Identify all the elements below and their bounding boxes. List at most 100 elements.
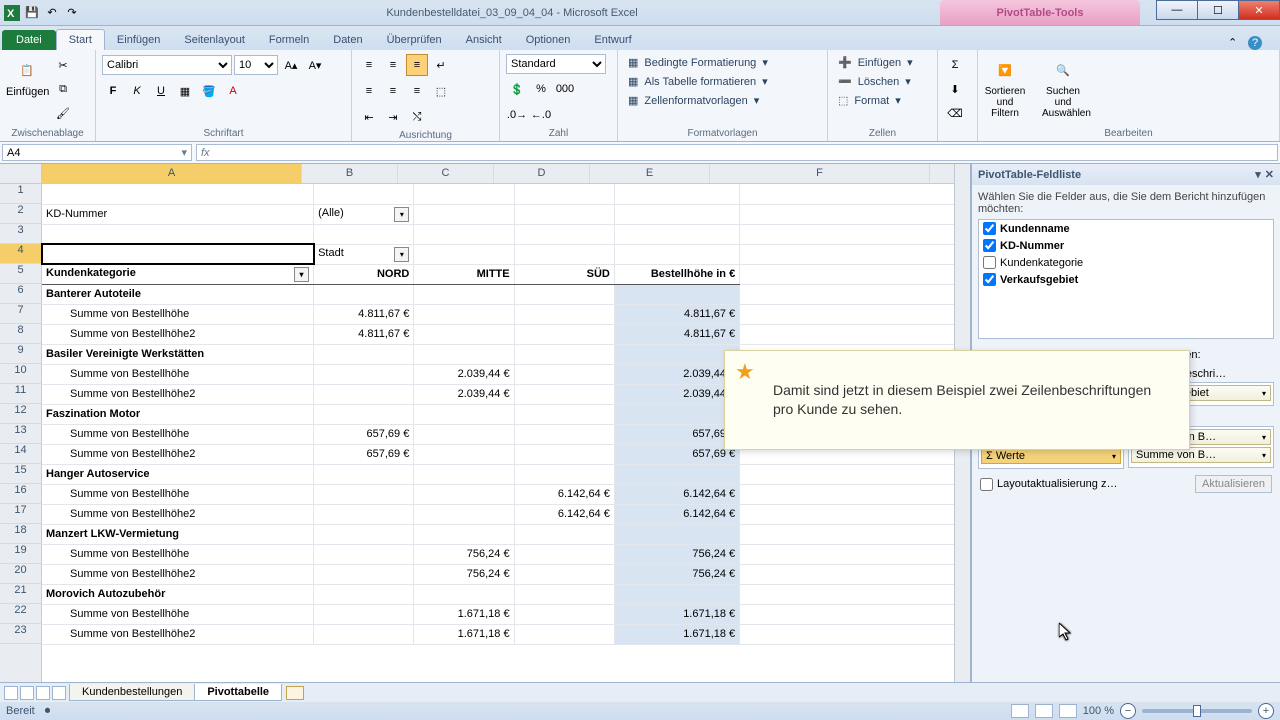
- page-break-view-icon[interactable]: [1059, 704, 1077, 718]
- name-box[interactable]: A4▾: [2, 144, 192, 161]
- align-middle-icon[interactable]: ≡: [382, 54, 404, 76]
- bold-icon[interactable]: F: [102, 80, 124, 102]
- insert-cells-button[interactable]: ➕ Einfügen ▾: [834, 54, 917, 71]
- field-Verkaufsgebiet[interactable]: Verkaufsgebiet: [979, 271, 1273, 288]
- last-sheet-icon[interactable]: [52, 686, 66, 700]
- wrap-text-icon[interactable]: ↵: [430, 54, 452, 76]
- maximize-button[interactable]: ☐: [1197, 0, 1239, 20]
- update-button[interactable]: Aktualisieren: [1195, 475, 1272, 493]
- zoom-slider[interactable]: [1142, 709, 1252, 713]
- save-icon[interactable]: 💾: [24, 5, 40, 21]
- horizontal-scrollbar[interactable]: ⠀: [304, 686, 1280, 699]
- zoom-out-button[interactable]: −: [1120, 703, 1136, 719]
- help-icon[interactable]: ?: [1248, 36, 1262, 50]
- tab-seitenlayout[interactable]: Seitenlayout: [172, 30, 257, 50]
- tab-ansicht[interactable]: Ansicht: [454, 30, 514, 50]
- column-headers[interactable]: ABCDEF: [42, 164, 970, 184]
- align-top-icon[interactable]: ≡: [358, 54, 380, 76]
- pill-Σ Werte[interactable]: Σ Werte▾: [981, 448, 1121, 464]
- orientation-icon[interactable]: ⤭: [406, 106, 428, 128]
- tab-ueberpruefen[interactable]: Überprüfen: [375, 30, 454, 50]
- formula-input[interactable]: fx: [196, 144, 1278, 161]
- tab-einfuegen[interactable]: Einfügen: [105, 30, 172, 50]
- border-icon[interactable]: ▦: [174, 80, 196, 102]
- align-bottom-icon[interactable]: ≡: [406, 54, 428, 76]
- minimize-ribbon-icon[interactable]: ⌃: [1228, 36, 1242, 50]
- format-painter-icon[interactable]: 🖌: [52, 102, 74, 124]
- sort-filter-button[interactable]: 🔽 Sortieren und Filtern: [984, 54, 1026, 119]
- align-center-icon[interactable]: ≡: [382, 80, 404, 102]
- field-Kundenname[interactable]: Kundenname: [979, 220, 1273, 237]
- cell-styles-button[interactable]: ▦ Zellenformatvorlagen ▾: [624, 92, 772, 109]
- shrink-font-icon[interactable]: A▾: [304, 54, 326, 76]
- percent-icon[interactable]: %: [530, 78, 552, 100]
- normal-view-icon[interactable]: [1011, 704, 1029, 718]
- stadt-dropdown[interactable]: ▾: [394, 247, 409, 262]
- align-right-icon[interactable]: ≡: [406, 80, 428, 102]
- next-sheet-icon[interactable]: [36, 686, 50, 700]
- prev-sheet-icon[interactable]: [20, 686, 34, 700]
- grow-font-icon[interactable]: A▴: [280, 54, 302, 76]
- window-title: Kundenbestelldatei_03_09_04_04 - Microso…: [84, 7, 940, 19]
- status-ready: Bereit: [6, 705, 35, 717]
- font-name-combo[interactable]: Calibri: [102, 55, 232, 75]
- find-select-button[interactable]: 🔍 Suchen und Auswählen: [1042, 54, 1084, 119]
- cut-icon[interactable]: ✂: [52, 54, 74, 76]
- undo-icon[interactable]: ↶: [44, 5, 60, 21]
- field-list-close-icon[interactable]: ✕: [1265, 168, 1274, 181]
- defer-layout-label: Layoutaktualisierung z…: [997, 478, 1117, 490]
- field-list-fields[interactable]: KundennameKD-NummerKundenkategorieVerkau…: [978, 219, 1274, 339]
- indent-inc-icon[interactable]: ⇥: [382, 106, 404, 128]
- align-left-icon[interactable]: ≡: [358, 80, 380, 102]
- active-cell[interactable]: [42, 244, 314, 264]
- tab-file[interactable]: Datei: [2, 30, 56, 50]
- dec-decimal-icon[interactable]: ←.0: [530, 104, 552, 126]
- macro-record-icon[interactable]: ⏺: [45, 705, 51, 718]
- paste-button[interactable]: 📋 Einfügen: [6, 54, 48, 98]
- tab-entwurf[interactable]: Entwurf: [582, 30, 643, 50]
- page-layout-view-icon[interactable]: [1035, 704, 1053, 718]
- tab-formeln[interactable]: Formeln: [257, 30, 321, 50]
- field-list-options-icon[interactable]: ▾: [1255, 168, 1261, 181]
- minimize-button[interactable]: —: [1156, 0, 1198, 20]
- font-size-combo[interactable]: 10: [234, 55, 278, 75]
- currency-icon[interactable]: 💲: [506, 78, 528, 100]
- filter-dropdown[interactable]: ▾: [394, 207, 409, 222]
- zoom-level[interactable]: 100 %: [1083, 705, 1114, 717]
- number-format-combo[interactable]: Standard: [506, 54, 606, 74]
- indent-dec-icon[interactable]: ⇤: [358, 106, 380, 128]
- close-button[interactable]: ✕: [1238, 0, 1280, 20]
- clear-icon[interactable]: ⌫: [944, 102, 966, 124]
- formula-bar: A4▾ fx: [0, 142, 1280, 164]
- kategorie-dropdown[interactable]: ▾: [294, 267, 309, 282]
- defer-layout-checkbox[interactable]: [980, 478, 993, 491]
- underline-icon[interactable]: U: [150, 80, 172, 102]
- tab-daten[interactable]: Daten: [321, 30, 374, 50]
- format-cells-button[interactable]: ⬚ Format ▾: [834, 92, 917, 109]
- fill-icon[interactable]: ⬇: [944, 78, 966, 100]
- cond-format-button[interactable]: ▦ Bedingte Formatierung ▾: [624, 54, 772, 71]
- excel-icon: X: [4, 5, 20, 21]
- comma-icon[interactable]: 000: [554, 78, 576, 100]
- row-headers[interactable]: 1234567891011121314151617181920212223: [0, 164, 42, 682]
- merge-icon[interactable]: ⬚: [430, 80, 452, 102]
- redo-icon[interactable]: ↷: [64, 5, 80, 21]
- add-sheet-icon[interactable]: [286, 686, 304, 700]
- sheet-tab-pivottabelle[interactable]: Pivottabelle: [194, 684, 282, 701]
- field-KD-Nummer[interactable]: KD-Nummer: [979, 237, 1273, 254]
- inc-decimal-icon[interactable]: .0→: [506, 104, 528, 126]
- sheet-tab-kundenbestellungen[interactable]: Kundenbestellungen: [69, 684, 195, 701]
- first-sheet-icon[interactable]: [4, 686, 18, 700]
- tab-start[interactable]: Start: [56, 29, 105, 50]
- zoom-in-button[interactable]: +: [1258, 703, 1274, 719]
- copy-icon[interactable]: ⧉: [52, 78, 74, 100]
- fill-color-icon[interactable]: 🪣: [198, 80, 220, 102]
- field-list-hint: Wählen Sie die Felder aus, die Sie dem B…: [978, 191, 1274, 215]
- autosum-icon[interactable]: Σ: [944, 54, 966, 76]
- italic-icon[interactable]: K: [126, 80, 148, 102]
- format-table-button[interactable]: ▦ Als Tabelle formatieren ▾: [624, 73, 772, 90]
- tab-optionen[interactable]: Optionen: [514, 30, 583, 50]
- delete-cells-button[interactable]: ➖ Löschen ▾: [834, 73, 917, 90]
- font-color-icon[interactable]: A: [222, 80, 244, 102]
- field-Kundenkategorie[interactable]: Kundenkategorie: [979, 254, 1273, 271]
